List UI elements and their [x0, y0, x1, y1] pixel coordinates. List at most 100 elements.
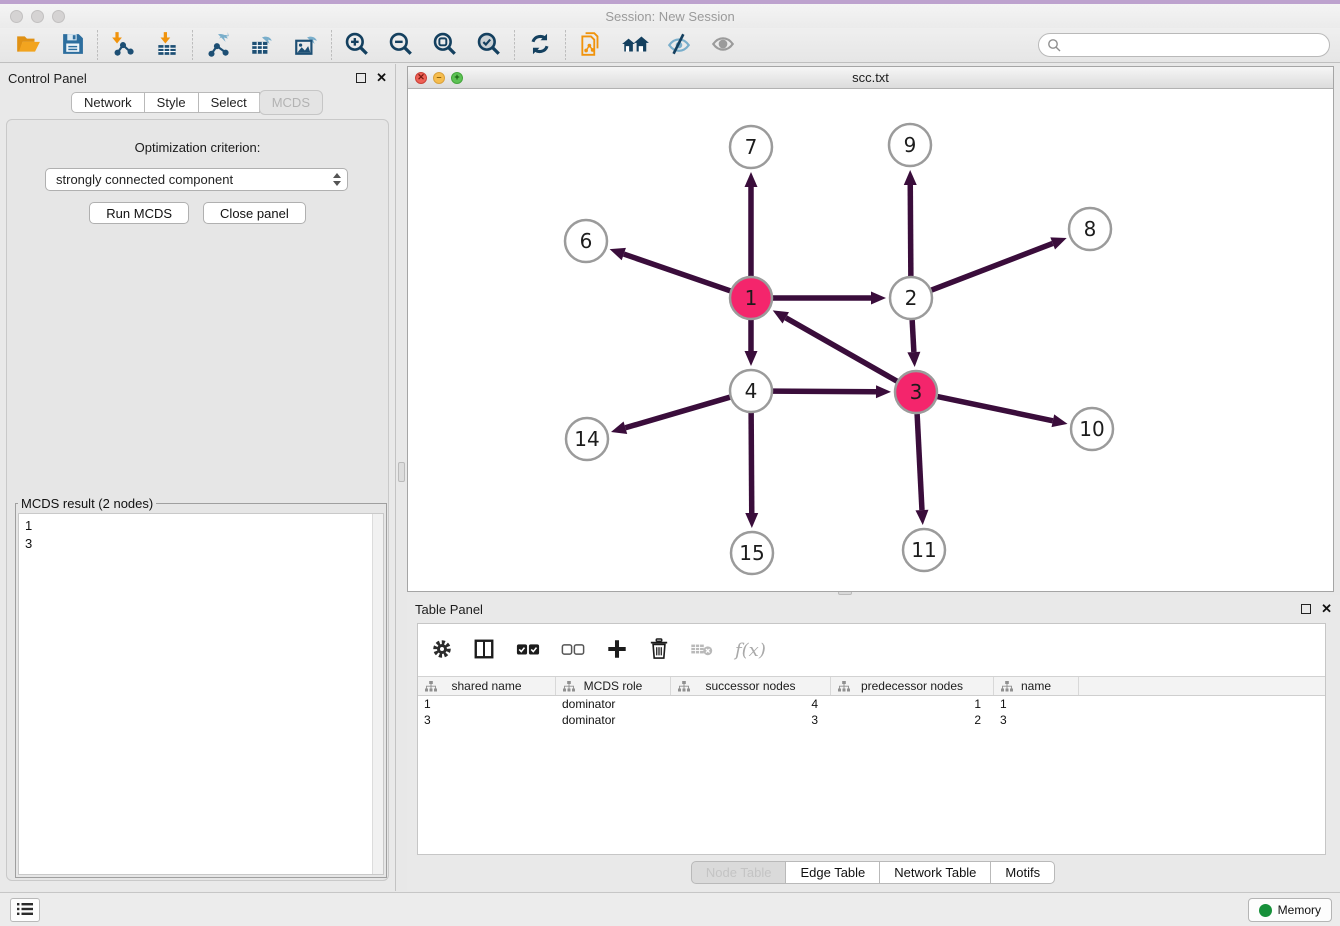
float-panel-icon[interactable] — [356, 73, 366, 83]
run-mcds-button[interactable]: Run MCDS — [89, 202, 189, 224]
export-table-button[interactable] — [240, 29, 284, 62]
graph-node-15[interactable]: 15 — [731, 532, 773, 574]
export-network-button[interactable] — [196, 29, 240, 62]
create-column-button[interactable] — [606, 638, 628, 663]
delete-column-button[interactable] — [649, 638, 669, 663]
network-window-titlebar[interactable]: ✕ – + scc.txt — [408, 67, 1333, 89]
close-table-panel-icon[interactable]: ✕ — [1321, 604, 1332, 614]
graph-node-6[interactable]: 6 — [565, 220, 607, 262]
checked-boxes-icon — [516, 642, 540, 659]
app-title: Session: New Session — [0, 9, 1340, 24]
column-header-name[interactable]: name — [994, 677, 1079, 695]
tab-motifs[interactable]: Motifs — [990, 861, 1055, 884]
graph-node-4[interactable]: 4 — [730, 370, 772, 412]
close-panel-button[interactable]: Close panel — [203, 202, 306, 224]
home-icon — [620, 31, 650, 60]
graph-edge[interactable] — [915, 414, 928, 525]
select-all-columns-button[interactable] — [516, 642, 540, 659]
mcds-result-area[interactable]: 1 3 — [18, 513, 384, 875]
graph-edge[interactable] — [610, 248, 731, 291]
table-cell: 3 — [994, 712, 1079, 728]
tab-mcds[interactable]: MCDS — [259, 90, 323, 115]
network-view-window: ✕ – + scc.txt 7 9 6 8 1 2 4 3 14 10 15 11 — [407, 66, 1334, 592]
svg-text:14: 14 — [574, 427, 599, 451]
graph-node-3[interactable]: 3 — [895, 371, 937, 413]
mcds-result-box: MCDS result (2 nodes) 1 3 — [15, 496, 387, 878]
tab-edge-table[interactable]: Edge Table — [785, 861, 880, 884]
main-toolbar — [0, 28, 1340, 63]
graph-node-1[interactable]: 1 — [730, 277, 772, 319]
tab-network[interactable]: Network — [71, 92, 145, 113]
zoom-selected-button[interactable] — [467, 29, 511, 62]
graph-node-7[interactable]: 7 — [730, 126, 772, 168]
graph-edge[interactable] — [938, 397, 1068, 428]
vertical-splitter-handle[interactable] — [398, 462, 405, 482]
column-header-MCDS-role[interactable]: MCDS role — [556, 677, 671, 695]
result-scrollbar[interactable] — [372, 514, 383, 874]
table-cell: 3 — [418, 712, 556, 728]
zoom-in-button[interactable] — [335, 29, 379, 62]
table-settings-button[interactable] — [432, 639, 452, 662]
refresh-layout-icon — [527, 31, 553, 60]
open-session-button[interactable] — [6, 29, 50, 62]
save-session-button[interactable] — [50, 29, 94, 62]
tab-network-table[interactable]: Network Table — [879, 861, 991, 884]
zoom-out-button[interactable] — [379, 29, 423, 62]
export-image-button[interactable] — [284, 29, 328, 62]
tab-select[interactable]: Select — [198, 92, 260, 113]
graph-edge[interactable] — [773, 310, 897, 381]
table-panel-tabs: Node TableEdge TableNetwork TableMotifs — [407, 861, 1340, 884]
import-table-icon — [154, 31, 180, 60]
graph-edge[interactable] — [904, 170, 917, 276]
svg-text:8: 8 — [1084, 217, 1097, 241]
unchecked-boxes-icon — [561, 642, 585, 659]
graph-edge[interactable] — [745, 172, 758, 276]
status-bar: Memory — [0, 892, 1340, 926]
table-cell: 3 — [671, 712, 831, 728]
table-cell: dominator — [556, 712, 671, 728]
open-folder-icon — [15, 31, 41, 60]
mcds-panel: Optimization criterion: strongly connect… — [6, 119, 389, 881]
criterion-dropdown[interactable]: strongly connected component — [45, 168, 348, 191]
show-column-button[interactable] — [473, 638, 495, 663]
table-row[interactable]: 3dominator323 — [418, 712, 1325, 728]
show-all-button[interactable] — [701, 29, 745, 62]
task-history-button[interactable] — [10, 898, 40, 922]
clone-network-button[interactable] — [569, 29, 613, 62]
memory-button-label: Memory — [1278, 903, 1321, 917]
import-table-button[interactable] — [145, 29, 189, 62]
graph-node-14[interactable]: 14 — [566, 418, 608, 460]
graph-edge[interactable] — [773, 385, 891, 398]
tab-node-table[interactable]: Node Table — [691, 861, 787, 884]
close-panel-icon[interactable]: ✕ — [376, 73, 387, 83]
float-table-panel-icon[interactable] — [1301, 604, 1311, 614]
graph-edge[interactable] — [745, 413, 758, 528]
zoom-fit-button[interactable] — [423, 29, 467, 62]
graph-edge[interactable] — [907, 320, 920, 367]
clone-network-icon — [578, 31, 604, 60]
import-network-button[interactable] — [101, 29, 145, 62]
column-header-predecessor-nodes[interactable]: predecessor nodes — [831, 677, 994, 695]
search-input[interactable] — [1038, 33, 1330, 57]
trash-icon — [649, 638, 669, 663]
graph-edge[interactable] — [932, 237, 1067, 290]
graph-edge[interactable] — [611, 397, 730, 434]
memory-button[interactable]: Memory — [1248, 898, 1332, 922]
network-canvas[interactable]: 7 9 6 8 1 2 4 3 14 10 15 11 — [408, 89, 1333, 591]
graph-edge[interactable] — [773, 292, 886, 305]
graph-node-9[interactable]: 9 — [889, 124, 931, 166]
hide-selected-button[interactable] — [657, 29, 701, 62]
table-row[interactable]: 1dominator411 — [418, 696, 1325, 712]
unselect-all-columns-button[interactable] — [561, 642, 585, 659]
graph-node-11[interactable]: 11 — [903, 529, 945, 571]
graph-node-2[interactable]: 2 — [890, 277, 932, 319]
tab-style[interactable]: Style — [144, 92, 199, 113]
graph-node-10[interactable]: 10 — [1071, 408, 1113, 450]
home-button[interactable] — [613, 29, 657, 62]
column-header-successor-nodes[interactable]: successor nodes — [671, 677, 831, 695]
graph-edge[interactable] — [745, 320, 758, 366]
graph-node-8[interactable]: 8 — [1069, 208, 1111, 250]
apply-layout-button[interactable] — [518, 29, 562, 62]
hide-eye-icon — [666, 31, 692, 60]
column-header-shared-name[interactable]: shared name — [418, 677, 556, 695]
